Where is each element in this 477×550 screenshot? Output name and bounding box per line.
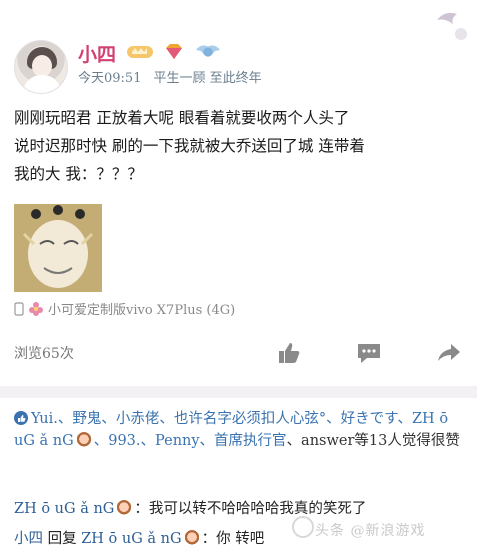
flower-icon — [29, 301, 43, 316]
likes-list: Yui.、野鬼、小赤佬、也许名字必须扣人心弦°、好きです、ZH ō uG ǎ n… — [14, 408, 466, 452]
comment-user[interactable]: ZH ō uG ǎ nG — [14, 501, 114, 517]
wings-badge-icon[interactable] — [194, 42, 222, 62]
girl-emoji-icon — [75, 432, 92, 448]
comment-icon[interactable] — [355, 340, 383, 366]
user-badges — [126, 42, 222, 62]
like-small-icon — [14, 411, 28, 425]
thumbs-up-icon[interactable] — [275, 340, 303, 366]
comment-text: 你 转吧 — [216, 531, 265, 547]
post-image[interactable] — [14, 204, 102, 292]
watermark: 头条 @新浪游戏 — [315, 523, 426, 539]
avatar[interactable] — [14, 40, 68, 94]
phone-icon — [14, 301, 24, 316]
post-meta: 今天09:51 平生一顾 至此终年 — [78, 67, 262, 86]
likes-names-more[interactable]: 、993.、Penny、首席执行官 — [94, 433, 287, 449]
username[interactable]: 小四 — [78, 40, 116, 67]
share-icon[interactable] — [435, 340, 463, 366]
girl-emoji-icon — [183, 530, 200, 546]
likes-tail: 、answer等13人觉得很赞 — [286, 433, 460, 449]
device-label: 小可爱定制版vivo X7Plus (4G) — [48, 303, 236, 318]
comment-sep: ： — [201, 531, 217, 547]
watermark-logo-icon — [292, 516, 314, 538]
level-badge-icon[interactable] — [126, 42, 154, 62]
post-header: 小四 今天09:51 平生一顾 至此终年 — [14, 40, 454, 96]
post-card: 小四 今天09:51 平生一顾 至此终年 刚刚玩昭君 正放着大呢 眼看着就要收两… — [0, 0, 477, 550]
section-divider — [0, 386, 477, 398]
girl-emoji-icon — [116, 500, 133, 516]
comment-text: 我可以转不哈哈哈哈我真的笑死了 — [148, 501, 367, 517]
post-text: 刚刚玩昭君 正放着大呢 眼看着就要收两个人头了 说时迟那时快 刷的一下我就被大乔… — [14, 109, 365, 183]
comment-sep: ： — [134, 501, 149, 517]
action-bar — [275, 340, 463, 366]
diamond-icon[interactable] — [160, 42, 188, 62]
device-info: 小可爱定制版vivo X7Plus (4G) — [14, 299, 235, 318]
post-content: 刚刚玩昭君 正放着大呢 眼看着就要收两个人头了 说时迟那时快 刷的一下我就被大乔… — [14, 104, 464, 188]
view-count: 浏览65次 — [14, 346, 74, 362]
comment-reply-label: 回复 — [47, 531, 77, 547]
post-time: 今天09:51 — [78, 71, 142, 86]
comment-reply-target[interactable]: ZH ō uG ǎ nG — [81, 531, 181, 547]
user-signature: 平生一顾 至此终年 — [153, 71, 262, 86]
comment-user[interactable]: 小四 — [14, 531, 43, 547]
